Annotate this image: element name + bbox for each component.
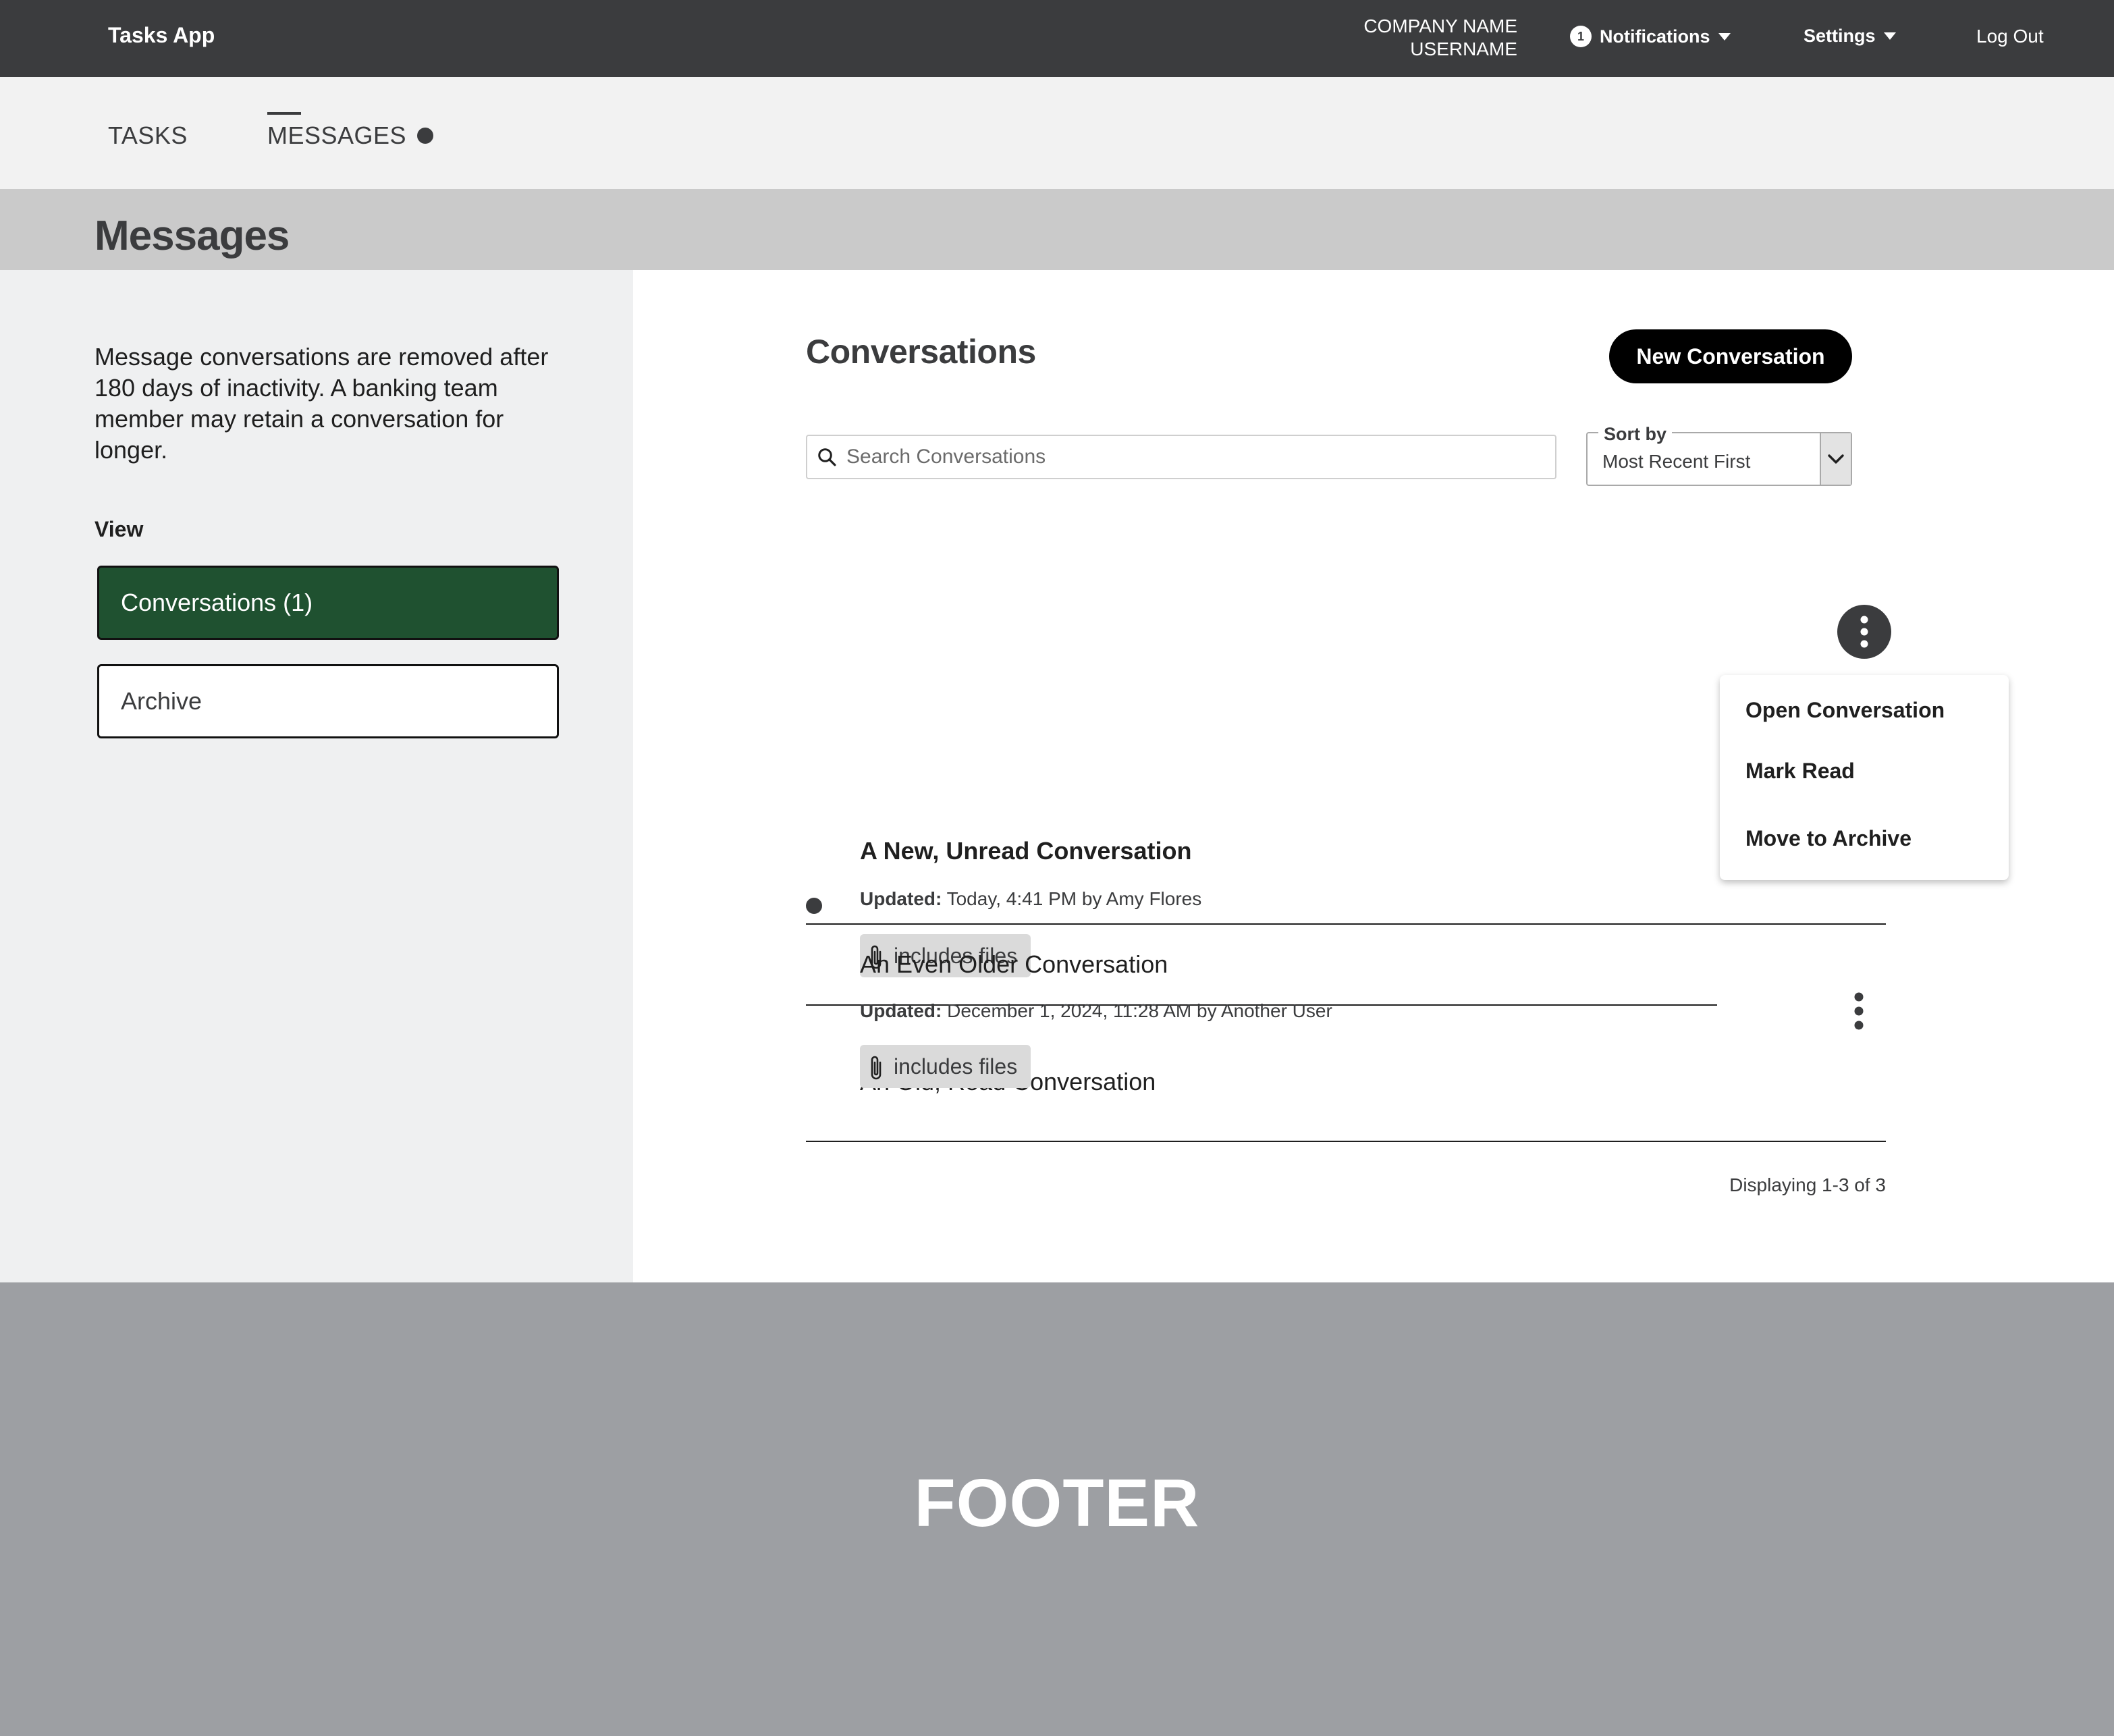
tab-messages[interactable]: MESSAGES (267, 121, 434, 150)
page-title: Messages (94, 213, 290, 259)
search-field[interactable] (806, 435, 1556, 479)
sidebar: Message conversations are removed after … (0, 270, 633, 1282)
footer: FOOTER (0, 1282, 2114, 1736)
tab-messages-label: MESSAGES (267, 121, 407, 149)
settings-menu[interactable]: Settings (1804, 26, 1896, 47)
view-conversations-button[interactable]: Conversations (1) (97, 566, 559, 640)
retention-notice: Message conversations are removed after … (94, 343, 549, 464)
paperclip-icon (871, 1056, 882, 1080)
conversation-actions-menu: Open Conversation Mark Read Move to Arch… (1720, 675, 2009, 880)
settings-label: Settings (1804, 26, 1876, 46)
notifications-menu[interactable]: 1 Notifications (1570, 26, 1731, 47)
conversation-title[interactable]: An Even Older Conversation (860, 950, 1168, 979)
active-tab-indicator (267, 112, 301, 115)
menu-move-to-archive[interactable]: Move to Archive (1745, 826, 1912, 851)
menu-mark-read[interactable]: Mark Read (1745, 759, 1855, 784)
view-label: View (94, 517, 144, 541)
sort-label: Sort by (1598, 424, 1673, 445)
new-conversation-button[interactable]: New Conversation (1609, 329, 1852, 383)
kebab-menu-icon[interactable] (1845, 984, 1872, 1038)
app-title[interactable]: Tasks App (108, 23, 215, 48)
notification-badge-icon: 1 (1570, 26, 1592, 47)
company-name: COMPANY NAME (1363, 16, 1517, 36)
paging-status: Displaying 1-3 of 3 (1729, 1174, 1886, 1195)
conversation-updated: Updated: December 1, 2024, 11:28 AM by A… (860, 1000, 1332, 1022)
footer-label: FOOTER (914, 1465, 1200, 1541)
tab-tasks[interactable]: TASKS (108, 121, 188, 150)
notifications-label: Notifications (1600, 26, 1710, 47)
tab-bar: TASKS MESSAGES (0, 77, 2114, 189)
top-navbar: Tasks App COMPANY NAME USERNAME 1 Notifi… (0, 0, 2114, 77)
caret-down-icon (1883, 32, 1896, 40)
view-archive-button[interactable]: Archive (97, 664, 559, 738)
sort-select[interactable]: Sort by Most Recent First (1586, 424, 1852, 486)
page-header: Messages (0, 189, 2114, 270)
sort-value: Most Recent First (1602, 451, 1751, 472)
logout-link[interactable]: Log Out (1976, 26, 2044, 47)
caret-down-icon (1718, 32, 1731, 40)
conversations-heading: Conversations (806, 333, 1036, 371)
account-info: COMPANY NAME USERNAME (1363, 15, 1517, 61)
search-icon (817, 447, 837, 467)
updated-text: December 1, 2024, 11:28 AM by Another Us… (947, 1000, 1332, 1021)
updated-label: Updated: (860, 1000, 942, 1021)
username: USERNAME (1410, 38, 1517, 59)
kebab-menu-icon[interactable] (1837, 605, 1891, 659)
files-chip-label: includes files (894, 1054, 1018, 1079)
unread-indicator-dot (417, 128, 434, 144)
search-input[interactable] (846, 445, 1521, 468)
conversation-row[interactable]: An Even Older Conversation Updated: Dece… (806, 925, 1886, 1142)
menu-open-conversation[interactable]: Open Conversation (1745, 698, 1945, 723)
files-chip: includes files (860, 1045, 1031, 1088)
chevron-down-icon[interactable] (1820, 433, 1851, 485)
